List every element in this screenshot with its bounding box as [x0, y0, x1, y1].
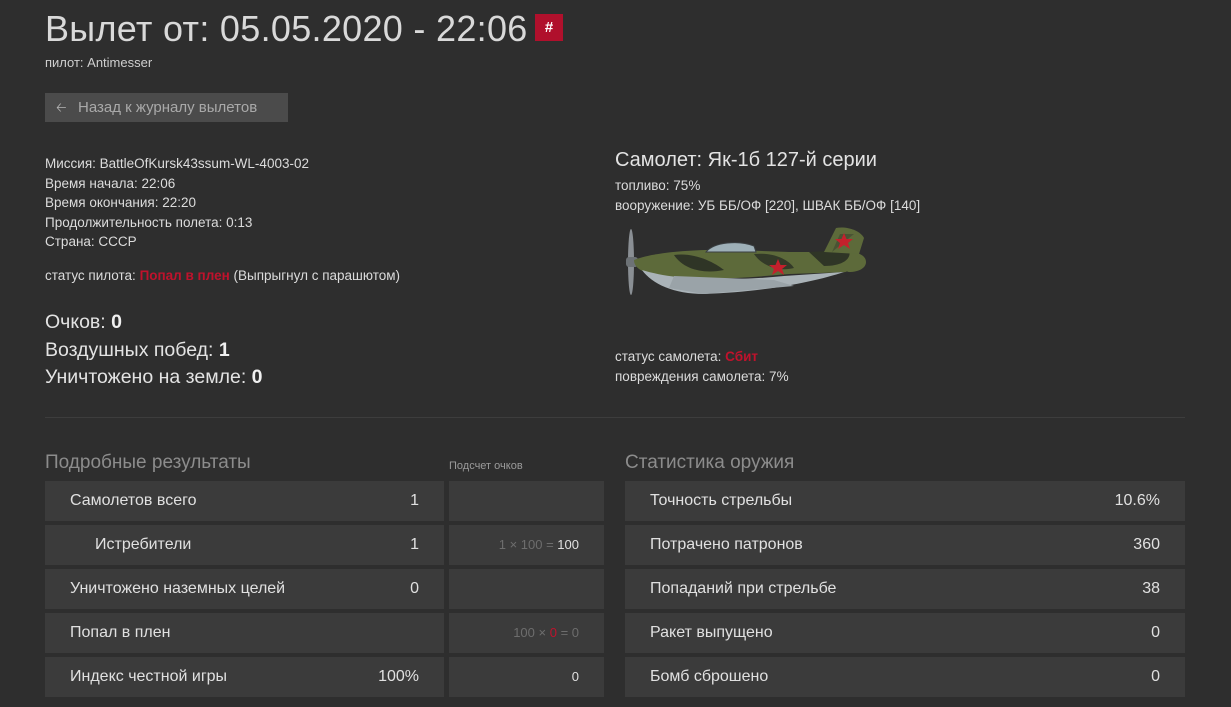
end-time: Время окончания: 22:20	[45, 195, 197, 210]
row-value: 1	[410, 492, 419, 509]
row-value: 0	[1151, 668, 1160, 685]
row-label: Уничтожено наземных целей	[70, 580, 286, 597]
row-value: 0	[410, 580, 419, 597]
table-row: Точность стрельбы 10.6%	[625, 481, 1185, 521]
row-value: 0	[1151, 624, 1160, 641]
back-to-log-button[interactable]: 🡠 Назад к журналу вылетов	[45, 93, 288, 122]
calc-result: 100	[557, 537, 579, 552]
table-row: Истребители 1	[45, 525, 444, 565]
table-row: Уничтожено наземных целей 0	[45, 569, 444, 609]
score-cell	[449, 569, 604, 609]
pilot-status-label: статус пилота:	[45, 268, 140, 283]
page-title: Вылет от: 05.05.2020 - 22:06	[45, 8, 528, 49]
aircraft-weapons: вооружение: УБ ББ/ОФ [220], ШВАК ББ/ОФ […	[615, 197, 921, 213]
row-label: Попал в плен	[70, 624, 171, 641]
arrow-left-icon: 🡠	[56, 100, 67, 115]
aircraft-status-label: статус самолета:	[615, 349, 726, 364]
row-label: Самолетов всего	[70, 492, 197, 509]
start-time: Время начала: 22:06	[45, 175, 176, 191]
row-label: Потрачено патронов	[650, 536, 803, 553]
score-calc: 1 × 100 = 100	[499, 525, 579, 565]
table-row: Самолетов всего 1	[45, 481, 444, 521]
row-value: 10.6%	[1114, 492, 1160, 509]
country: Страна: СССР	[45, 234, 137, 249]
score-cell: 1 × 100 = 100	[449, 525, 604, 565]
score-calc: 100 × 0 = 0	[513, 613, 579, 653]
ground-kills-label: Уничтожено на земле:	[45, 366, 247, 388]
aircraft-status-value: Сбит	[725, 349, 758, 364]
score-cell: 0	[449, 657, 604, 697]
row-label: Индекс честной игры	[70, 668, 228, 685]
summary-scores: Очков: 0 Воздушных побед: 1 Уничтожено н…	[45, 309, 263, 392]
air-kills-label: Воздушных побед:	[45, 338, 214, 361]
mission-name: Миссия: BattleOfKursk43ssum-WL-4003-02	[45, 156, 309, 171]
calc-result: = 0	[556, 625, 579, 640]
table-row: Бомб сброшено 0	[625, 657, 1185, 697]
row-value: 100%	[378, 668, 419, 685]
flight-duration: Продолжительность полета: 0:13	[45, 214, 253, 230]
score-calc: 0	[571, 669, 579, 684]
pilot-name: пилот: Antimesser	[45, 55, 153, 70]
aircraft-status: статус самолета: Сбит повреждения самоле…	[615, 347, 789, 386]
row-label: Бомб сброшено	[650, 668, 769, 685]
calc-formula: 1 × 100 =	[498, 537, 558, 552]
score-cell	[449, 481, 604, 521]
score-calc-header: Подсчет очков	[449, 460, 523, 472]
points-label: Очков:	[45, 311, 106, 333]
mission-info: Миссия: BattleOfKursk43ssum-WL-4003-02 В…	[45, 154, 309, 252]
aircraft-name: Самолет: Як-1б 127-й серии	[615, 149, 877, 171]
pilot-status: статус пилота: Попал в плен (Выпрыгнул с…	[45, 268, 400, 283]
row-label: Точность стрельбы	[650, 492, 793, 509]
details-title: Подробные результаты	[45, 452, 251, 473]
score-cell: 100 × 0 = 0	[449, 613, 604, 653]
back-button-label: Назад к журналу вылетов	[78, 99, 258, 116]
row-value: 38	[1142, 580, 1160, 597]
calc-formula: 100 ×	[513, 625, 550, 640]
table-row: Попал в плен	[45, 613, 444, 653]
table-row: Попаданий при стрельбе 38	[625, 569, 1185, 609]
table-row: Индекс честной игры 100%	[45, 657, 444, 697]
weapons-title: Статистика оружия	[625, 452, 795, 473]
row-label: Попаданий при стрельбе	[650, 580, 837, 597]
row-value: 360	[1133, 536, 1160, 553]
points-value: 0	[111, 311, 122, 333]
row-label: Ракет выпущено	[650, 624, 773, 641]
table-row: Потрачено патронов 360	[625, 525, 1185, 565]
table-row: Ракет выпущено 0	[625, 613, 1185, 653]
row-label: Истребители	[95, 536, 192, 553]
hash-button[interactable]: #	[535, 14, 563, 41]
aircraft-image	[626, 227, 866, 295]
row-value: 1	[410, 536, 419, 553]
pilot-status-value: Попал в плен	[139, 268, 230, 283]
aircraft-fuel: топливо: 75%	[615, 178, 701, 193]
ground-kills-value: 0	[251, 366, 263, 388]
pilot-status-note: (Выпрыгнул с парашютом)	[229, 268, 401, 283]
calc-multiplier: 0	[549, 625, 557, 640]
air-kills-value: 1	[218, 338, 230, 361]
section-divider	[45, 417, 1185, 418]
aircraft-damage: повреждения самолета: 7%	[615, 368, 789, 384]
aircraft-info: топливо: 75% вооружение: УБ ББ/ОФ [220],…	[615, 176, 920, 215]
